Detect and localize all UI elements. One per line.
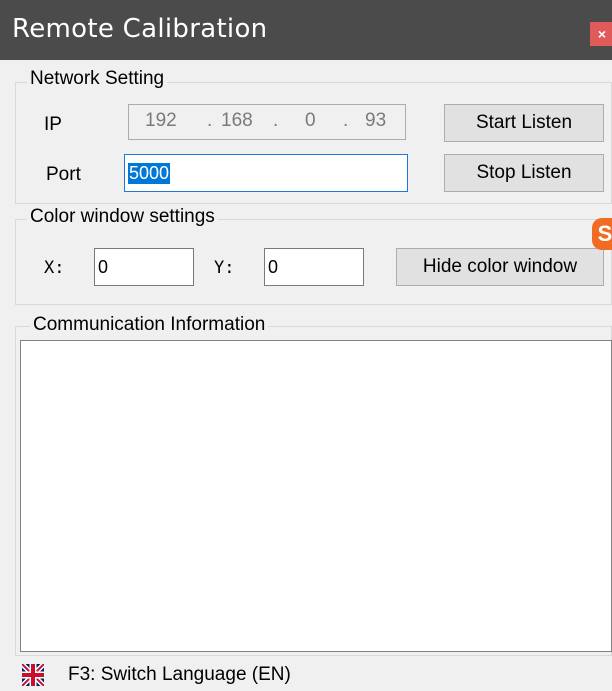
ip-dot-1: . — [207, 110, 213, 131]
color-window-label: Color window settings — [27, 206, 218, 228]
ip-octet-1: 192 — [145, 110, 177, 131]
x-label: X: — [44, 258, 65, 278]
uk-flag-graphic — [20, 662, 46, 688]
ime-badge-letter: S — [597, 221, 612, 246]
x-input[interactable]: 0 — [94, 248, 194, 286]
y-input[interactable]: 0 — [264, 248, 364, 286]
port-label: Port — [46, 164, 81, 185]
close-button[interactable]: × — [590, 22, 612, 46]
ip-octet-2: 168 — [221, 110, 253, 131]
port-input[interactable]: 5000 — [124, 154, 408, 192]
status-text: F3: Switch Language (EN) — [68, 664, 291, 685]
uk-flag-icon[interactable] — [20, 662, 46, 688]
ip-dot-3: . — [343, 110, 349, 131]
x-value: 0 — [98, 256, 109, 277]
title-bar[interactable]: Remote Calibration × — [0, 0, 612, 60]
network-setting-label: Network Setting — [27, 68, 168, 90]
ip-address-field[interactable]: 192 . 168 . 0 . 93 — [128, 104, 406, 140]
window-title: Remote Calibration — [12, 14, 268, 44]
communication-label: Communication Information — [30, 314, 269, 336]
remote-calibration-window: Remote Calibration × Network Setting IP … — [0, 0, 612, 691]
ip-dot-2: . — [273, 110, 279, 131]
ip-octet-3: 0 — [305, 110, 316, 131]
communication-log[interactable] — [20, 340, 612, 652]
port-value: 5000 — [128, 162, 171, 184]
hide-color-window-button[interactable]: Hide color window — [396, 248, 604, 286]
y-label: Y: — [214, 258, 235, 278]
start-listen-button[interactable]: Start Listen — [444, 104, 604, 142]
close-icon: × — [597, 26, 607, 42]
ip-octet-4: 93 — [365, 110, 387, 131]
ime-badge-icon[interactable]: S — [592, 218, 612, 250]
y-value: 0 — [268, 256, 279, 277]
stop-listen-button[interactable]: Stop Listen — [444, 154, 604, 192]
ip-label: IP — [44, 114, 62, 135]
